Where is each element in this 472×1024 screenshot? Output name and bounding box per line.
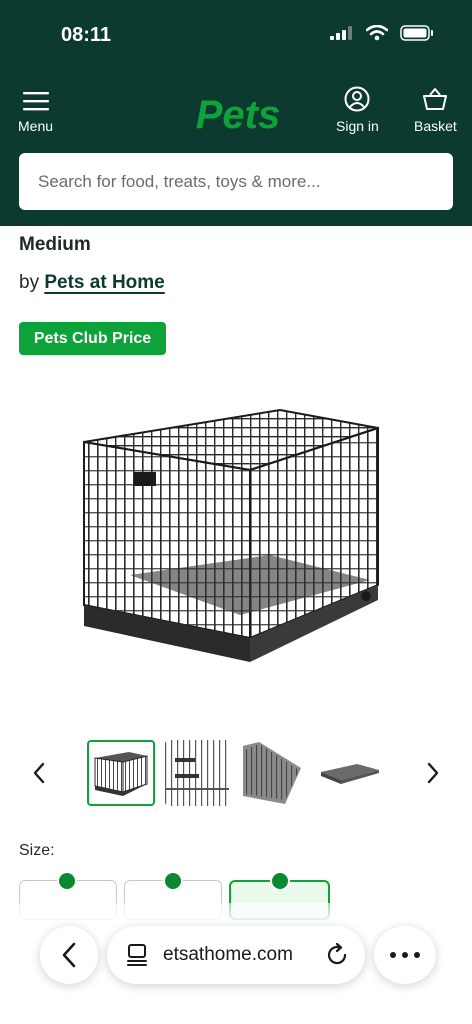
browser-address-bar[interactable]: etsathome.com bbox=[107, 926, 365, 984]
hamburger-icon bbox=[22, 92, 49, 111]
thumbnail-2[interactable] bbox=[165, 740, 233, 806]
more-dots-icon bbox=[390, 952, 420, 958]
battery-icon bbox=[400, 25, 433, 41]
sign-in-label: Sign in bbox=[336, 118, 379, 134]
product-title: Medium bbox=[19, 234, 91, 255]
back-arrow-icon bbox=[62, 942, 76, 968]
thumbnail-crate-image bbox=[94, 752, 148, 796]
club-price-dot-2 bbox=[163, 871, 183, 891]
search-input[interactable] bbox=[19, 153, 453, 210]
cellular-signal-icon bbox=[330, 26, 352, 40]
club-price-dot-1 bbox=[57, 871, 77, 891]
thumbnail-folded-crate-image bbox=[243, 742, 301, 804]
reload-icon[interactable] bbox=[325, 943, 349, 967]
menu-label: Menu bbox=[18, 118, 54, 134]
thumbnail-4[interactable] bbox=[317, 740, 385, 806]
svg-text:Pets: Pets bbox=[196, 93, 281, 136]
browser-more-button[interactable] bbox=[374, 926, 436, 984]
dog-crate-image[interactable] bbox=[70, 400, 400, 680]
wifi-icon bbox=[366, 25, 388, 41]
thumbnail-1[interactable] bbox=[87, 740, 155, 806]
status-icons bbox=[330, 25, 434, 41]
basket-label: Basket bbox=[414, 118, 457, 134]
browser-back-button[interactable] bbox=[40, 926, 98, 984]
chevron-right-icon bbox=[427, 762, 439, 784]
thumbnail-door-latch-image bbox=[165, 740, 229, 806]
by-prefix: by bbox=[19, 272, 40, 293]
basket-icon bbox=[423, 88, 448, 110]
thumbnail-tray-image bbox=[321, 764, 379, 784]
sign-in-button[interactable]: Sign in bbox=[336, 86, 379, 134]
search-box bbox=[19, 153, 453, 210]
tabs-icon bbox=[127, 944, 147, 966]
brand-link[interactable]: Pets at Home bbox=[44, 272, 164, 293]
basket-button[interactable]: Basket bbox=[414, 86, 457, 134]
club-price-dot-3 bbox=[270, 871, 290, 891]
status-time: 08:11 bbox=[61, 24, 112, 46]
status-bar: 08:11 bbox=[0, 0, 472, 70]
thumbnail-3[interactable] bbox=[241, 740, 309, 806]
product-brand-line: by Pets at Home bbox=[19, 272, 165, 294]
site-header: 08:11 Menu Pets Sign in Basket Search fo… bbox=[0, 0, 472, 226]
pets-logo[interactable]: Pets bbox=[188, 92, 288, 136]
browser-url-text: etsathome.com bbox=[163, 944, 293, 965]
thumbnail-carousel bbox=[0, 738, 472, 808]
pets-club-price-badge: Pets Club Price bbox=[19, 322, 166, 355]
menu-button[interactable]: Menu bbox=[18, 86, 53, 134]
account-icon bbox=[344, 86, 370, 112]
size-label: Size: bbox=[19, 842, 55, 859]
carousel-next-button[interactable] bbox=[418, 758, 448, 788]
chevron-left-icon bbox=[33, 762, 45, 784]
carousel-prev-button[interactable] bbox=[24, 758, 54, 788]
